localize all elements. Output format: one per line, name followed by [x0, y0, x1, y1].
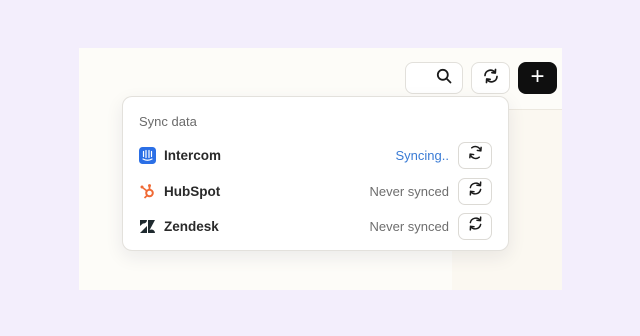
- sync-toggle-button[interactable]: [471, 62, 510, 94]
- sync-data-popover: Sync data Intercom Syncing.. HubSpot Nev…: [122, 96, 509, 251]
- refresh-icon: [482, 68, 500, 89]
- sync-row-zendesk: Zendesk Never synced: [139, 212, 492, 240]
- sync-zendesk-button[interactable]: [458, 212, 492, 240]
- sync-row-hubspot: HubSpot Never synced: [139, 177, 492, 205]
- integration-name: Zendesk: [164, 218, 219, 234]
- add-button[interactable]: +: [518, 62, 557, 94]
- sync-row-intercom: Intercom Syncing..: [139, 141, 492, 169]
- sync-hubspot-button[interactable]: [458, 177, 492, 205]
- hubspot-logo-icon: [139, 183, 156, 200]
- search-button[interactable]: [405, 62, 463, 94]
- intercom-logo-icon: [139, 146, 156, 164]
- sync-status: Syncing..: [395, 147, 449, 163]
- plus-icon: +: [530, 63, 545, 90]
- search-icon: [436, 68, 452, 89]
- refresh-icon: [468, 181, 483, 201]
- integration-name: HubSpot: [164, 183, 221, 199]
- zendesk-logo-icon: [139, 218, 156, 235]
- sync-status: Never synced: [369, 218, 449, 234]
- popover-title: Sync data: [139, 114, 197, 129]
- refresh-icon: [468, 145, 483, 165]
- sync-status: Never synced: [369, 183, 449, 199]
- refresh-icon: [468, 216, 483, 236]
- integration-name: Intercom: [164, 147, 222, 163]
- sync-intercom-button[interactable]: [458, 141, 492, 169]
